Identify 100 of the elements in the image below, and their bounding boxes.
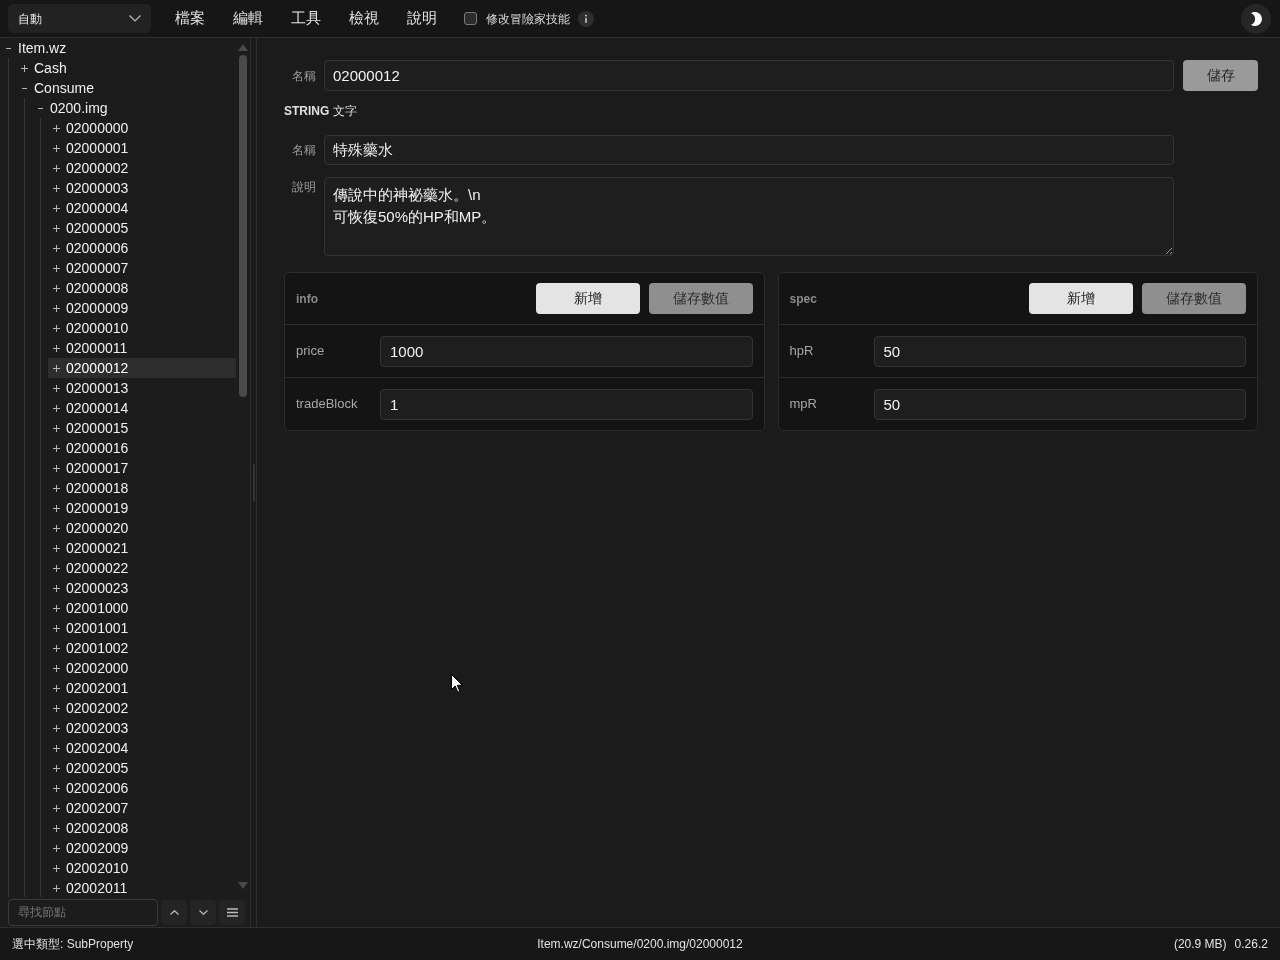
tree-item[interactable]: Item.wz (0, 38, 236, 58)
tree-item[interactable]: 02001001 (48, 618, 236, 638)
tree-item[interactable]: 02002007 (48, 798, 236, 818)
menu-item[interactable]: 編輯 (219, 3, 277, 34)
tree-item[interactable]: 02000007 (48, 258, 236, 278)
tree-item[interactable]: 02002003 (48, 718, 236, 738)
plus-icon (52, 484, 60, 492)
tree-item[interactable]: 02000023 (48, 578, 236, 598)
tree-item[interactable]: 02000003 (48, 178, 236, 198)
scrollbar-thumb[interactable] (239, 55, 247, 397)
tree-item[interactable]: 02000009 (48, 298, 236, 318)
save-values-button[interactable]: 儲存數值 (1142, 283, 1246, 314)
tree-item[interactable]: 02000004 (48, 198, 236, 218)
tree-item[interactable]: 02000013 (48, 378, 236, 398)
plus-icon (52, 544, 60, 552)
scroll-up-icon[interactable] (238, 44, 248, 51)
tree-item[interactable]: 02002001 (48, 678, 236, 698)
property-value-field[interactable]: 50 (873, 388, 1246, 420)
tree-item[interactable]: 02000010 (48, 318, 236, 338)
field-label: 名稱 (291, 142, 316, 159)
menu-button[interactable] (219, 899, 245, 925)
tree-item[interactable]: 02001000 (48, 598, 236, 618)
plus-icon (52, 464, 60, 472)
panel-title: info (296, 290, 318, 308)
tree-item[interactable]: 02000008 (48, 278, 236, 298)
section-heading: STRING 文字 (284, 103, 357, 120)
tree-item[interactable]: 02002010 (48, 858, 236, 878)
tree-item[interactable]: 02002011 (48, 878, 236, 897)
tree-item[interactable]: 02000016 (48, 438, 236, 458)
theme-toggle-button[interactable] (1241, 3, 1271, 34)
plus-icon (52, 804, 60, 812)
plus-icon (52, 884, 60, 892)
save-values-button[interactable]: 儲存數值 (648, 283, 753, 314)
property-value-field[interactable]: 50 (873, 335, 1246, 367)
scroll-down-icon[interactable] (238, 882, 248, 889)
tree-item[interactable]: 02000002 (48, 158, 236, 178)
property-value-field[interactable]: 1000 (380, 335, 753, 367)
tree-item[interactable]: 02000018 (48, 478, 236, 498)
plus-icon (52, 584, 60, 592)
plus-icon (52, 124, 60, 132)
minus-icon (37, 107, 43, 109)
tree-item[interactable]: Cash (16, 58, 236, 78)
plus-icon (52, 444, 60, 452)
checkbox[interactable] (464, 12, 477, 25)
tree-item[interactable]: 02002005 (48, 758, 236, 778)
add-button[interactable]: 新增 (1029, 283, 1133, 314)
tree-item[interactable]: 02000012 (48, 358, 236, 378)
tree-item[interactable]: Consume (16, 78, 236, 98)
tree-item[interactable]: 0200.img (32, 98, 236, 118)
menu-item[interactable]: 說明 (393, 3, 451, 34)
tree-item[interactable]: 02000014 (48, 398, 236, 418)
tree-item[interactable]: 02000015 (48, 418, 236, 438)
tree-item[interactable]: 02000017 (48, 458, 236, 478)
tree-item[interactable]: 02000006 (48, 238, 236, 258)
search-field[interactable]: 尋找節點 (8, 898, 158, 926)
plus-icon (52, 244, 60, 252)
plus-icon (20, 64, 28, 72)
save-button[interactable]: 儲存 (1183, 60, 1258, 91)
tree-item[interactable]: 02002000 (48, 658, 236, 678)
tree-item[interactable]: 02000019 (48, 498, 236, 518)
plus-icon (52, 164, 60, 172)
property-value-field[interactable]: 1 (380, 388, 753, 420)
tree-item[interactable]: 02001002 (48, 638, 236, 658)
info-icon[interactable] (578, 10, 594, 27)
plus-icon (52, 824, 60, 832)
chevron-down-icon (129, 15, 141, 22)
plus-icon (52, 864, 60, 872)
previous-match-button[interactable] (161, 899, 187, 925)
plus-icon (52, 264, 60, 272)
selected-type-text: 選中類型: SubProperty (12, 936, 134, 953)
tree-item[interactable]: 02002004 (48, 738, 236, 758)
menu-item[interactable]: 檔案 (161, 3, 219, 34)
tree-item[interactable]: 02000005 (48, 218, 236, 238)
tree-item[interactable]: 02000011 (48, 338, 236, 358)
chevron-down-icon (198, 909, 208, 915)
plus-icon (52, 684, 60, 692)
plus-icon (52, 844, 60, 852)
tree-item[interactable]: 02002009 (48, 838, 236, 858)
tree-item[interactable]: 02002008 (48, 818, 236, 838)
menu-item[interactable]: 檢視 (335, 3, 393, 34)
tree-item[interactable]: 02000022 (48, 558, 236, 578)
plus-icon (52, 524, 60, 532)
next-match-button[interactable] (190, 899, 216, 925)
moon-icon (1250, 11, 1262, 26)
checkbox-label: 修改冒險家技能 (486, 10, 570, 28)
tree-item[interactable]: 02002006 (48, 778, 236, 798)
add-button[interactable]: 新增 (535, 283, 640, 314)
mode-dropdown[interactable]: 自動 (8, 4, 151, 33)
tree-item[interactable]: 02000001 (48, 138, 236, 158)
description-field[interactable]: 傳說中的神祕藥水。\n 可恢復50%的HP和MP。 (324, 177, 1174, 256)
name-field[interactable]: 02000012 (324, 60, 1174, 91)
plus-icon (52, 144, 60, 152)
plus-icon (52, 624, 60, 632)
tree-item[interactable]: 02000020 (48, 518, 236, 538)
string-name-field[interactable]: 特殊藥水 (324, 135, 1174, 165)
node-path-text: Item.wz/Consume/0200.img/02000012 (537, 936, 743, 953)
tree-item[interactable]: 02002002 (48, 698, 236, 718)
tree-item[interactable]: 02000000 (48, 118, 236, 138)
tree-item[interactable]: 02000021 (48, 538, 236, 558)
menu-item[interactable]: 工具 (277, 3, 335, 34)
